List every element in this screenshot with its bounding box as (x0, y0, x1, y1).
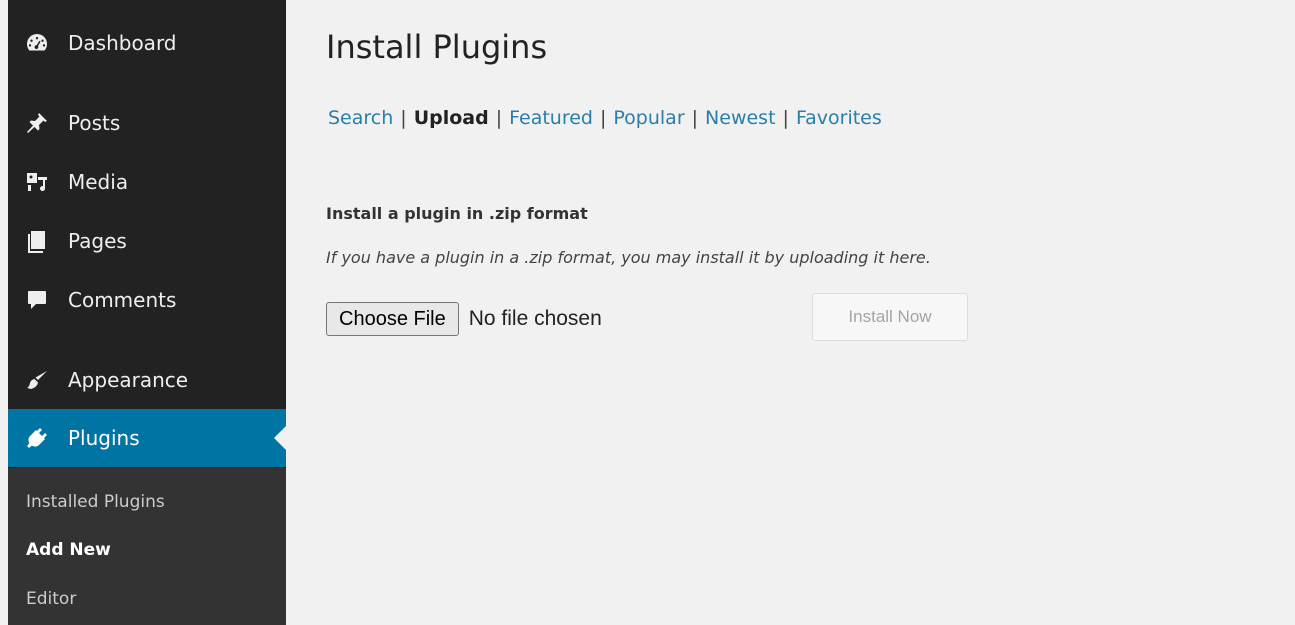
admin-sidebar: Dashboard Posts Media Pages Comments App… (8, 0, 286, 625)
menu-item-label: Pages (68, 229, 127, 253)
menu-item-label: Comments (68, 288, 177, 312)
tab-search[interactable]: Search (328, 107, 393, 129)
menu-item-label: Posts (68, 111, 121, 135)
tab-separator: | (691, 107, 699, 129)
menu-item-pages[interactable]: Pages (8, 212, 286, 270)
tab-separator: | (782, 107, 789, 129)
menu-item-label: Plugins (68, 426, 140, 450)
comment-bubble-icon (24, 287, 50, 313)
tab-featured[interactable]: Featured (509, 107, 593, 129)
main-content: Install Plugins Search | Upload | Featured | P… (326, 0, 1295, 625)
tab-separator: | (495, 107, 503, 129)
file-input-row: Choose File No file chosen (326, 302, 602, 336)
tab-separator: | (599, 107, 607, 129)
submenu-add-new[interactable]: Add New (26, 540, 111, 560)
media-icon (24, 169, 50, 195)
menu-item-label: Appearance (68, 368, 189, 392)
active-indicator-arrow (274, 426, 286, 450)
tab-popular[interactable]: Popular (613, 107, 684, 129)
menu-item-appearance[interactable]: Appearance (8, 351, 286, 409)
menu-item-plugins[interactable]: Plugins (8, 409, 286, 467)
install-now-button[interactable]: Install Now (812, 293, 968, 341)
menu-item-media[interactable]: Media (8, 153, 286, 211)
menu-item-posts[interactable]: Posts (8, 94, 286, 152)
plug-icon (24, 425, 50, 451)
menu-item-label: Dashboard (68, 31, 177, 55)
tab-separator: | (400, 107, 407, 129)
tab-upload[interactable]: Upload (414, 107, 489, 129)
file-status-text: No file chosen (468, 307, 602, 330)
menu-item-label: Media (68, 170, 129, 194)
submenu-installed-plugins[interactable]: Installed Plugins (26, 492, 165, 512)
install-tabs: Search | Upload | Featured | Popular | Newest | Fa… (328, 107, 882, 129)
plugins-submenu: Installed Plugins Add New Editor (8, 468, 286, 625)
tab-favorites[interactable]: Favorites (796, 107, 882, 129)
menu-item-comments[interactable]: Comments (8, 271, 286, 329)
menu-item-dashboard[interactable]: Dashboard (8, 14, 286, 72)
submenu-editor[interactable]: Editor (26, 589, 76, 609)
choose-file-button[interactable]: Choose File (326, 302, 459, 336)
pages-icon (24, 228, 50, 254)
wp-admin-screen: Dashboard Posts Media Pages Comments App… (0, 0, 1295, 625)
tab-newest[interactable]: Newest (705, 107, 775, 129)
paintbrush-icon (24, 367, 50, 393)
dashboard-icon (24, 30, 50, 56)
upload-section-heading: Install a plugin in .zip format (326, 204, 588, 223)
upload-description: If you have a plugin in a .zip format, y… (326, 248, 931, 267)
pin-icon (24, 110, 50, 136)
page-title: Install Plugins (326, 28, 548, 66)
